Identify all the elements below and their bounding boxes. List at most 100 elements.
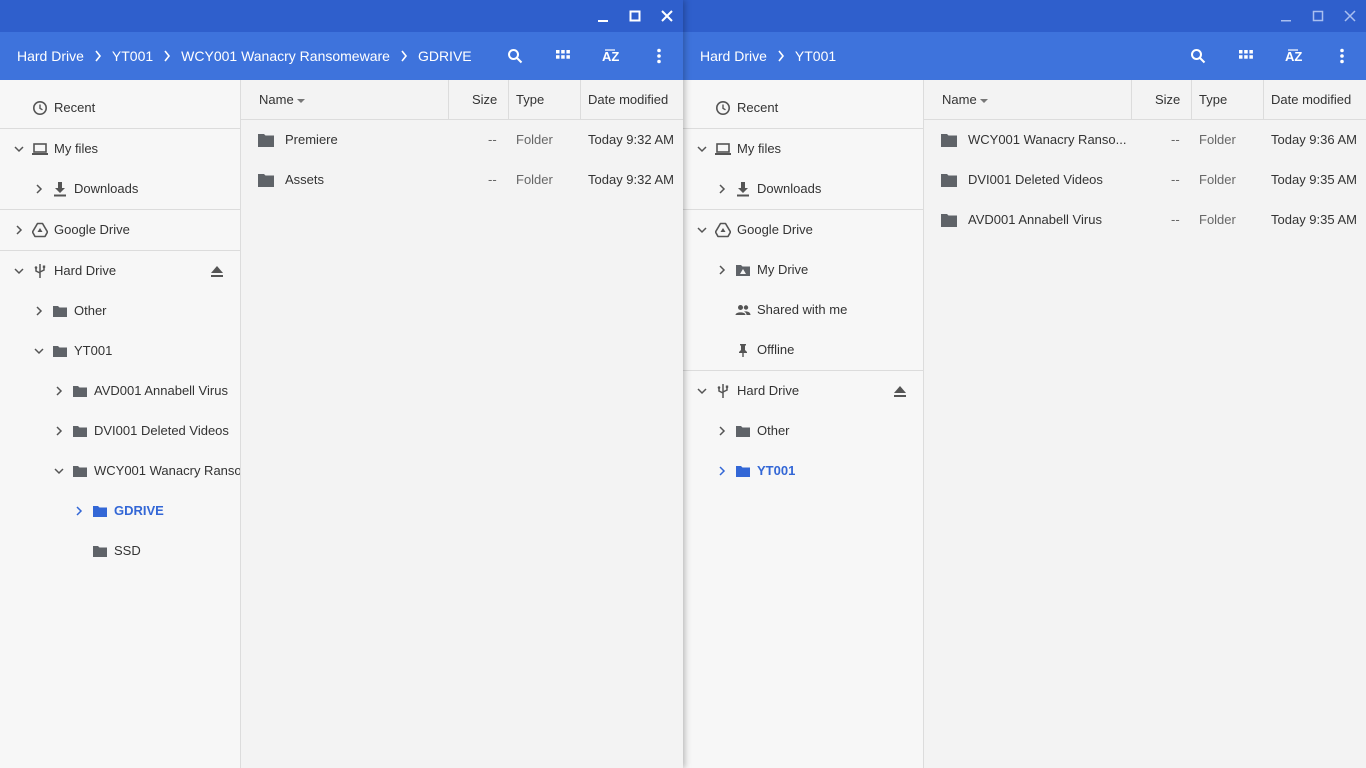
sidebar-item-label: Google Drive — [737, 222, 813, 237]
chevron-down-icon[interactable] — [696, 224, 708, 236]
more-vert-icon[interactable] — [1322, 32, 1362, 80]
chevron-right-icon[interactable] — [33, 305, 45, 317]
minimize-icon[interactable] — [587, 0, 619, 32]
grid-view-icon[interactable] — [543, 32, 583, 80]
close-icon[interactable] — [1334, 0, 1366, 32]
table-row[interactable]: DVI001 Deleted Videos -- Folder Today 9:… — [924, 160, 1366, 200]
sidebar-item-label: DVI001 Deleted Videos — [94, 423, 229, 438]
search-icon[interactable] — [1178, 32, 1218, 80]
column-header-name[interactable]: Name — [259, 80, 306, 119]
column-divider[interactable] — [448, 80, 449, 119]
column-header-date[interactable]: Date modified — [588, 80, 668, 119]
breadcrumb-item[interactable]: GDRIVE — [418, 48, 472, 64]
sidebar-item-ssd[interactable]: SSD — [0, 531, 240, 571]
chevron-right-icon[interactable] — [716, 264, 728, 276]
sidebar-item-label: Google Drive — [54, 222, 130, 237]
chevron-down-icon[interactable] — [33, 345, 45, 357]
table-row[interactable]: WCY001 Wanacry Ranso... -- Folder Today … — [924, 120, 1366, 160]
search-icon[interactable] — [495, 32, 535, 80]
chevron-down-icon[interactable] — [13, 265, 25, 277]
table-row[interactable]: Premiere -- Folder Today 9:32 AM — [241, 120, 683, 160]
sidebar-item-downloads[interactable]: Downloads — [683, 169, 923, 209]
column-divider[interactable] — [508, 80, 509, 119]
sidebar-item-avd001[interactable]: AVD001 Annabell Virus — [0, 371, 240, 411]
sort-az-icon[interactable]: AZ — [591, 32, 631, 80]
file-date: Today 9:32 AM — [588, 132, 674, 147]
table-row[interactable]: Assets -- Folder Today 9:32 AM — [241, 160, 683, 200]
files-window-right: Hard Drive YT001 AZ Recent My files Down… — [683, 0, 1366, 768]
chevron-right-icon[interactable] — [53, 385, 65, 397]
sidebar-item-yt001[interactable]: YT001 — [683, 451, 923, 491]
sidebar-item-offline[interactable]: Offline — [683, 330, 923, 370]
column-divider[interactable] — [1263, 80, 1264, 119]
chevron-right-icon — [390, 32, 418, 80]
maximize-icon[interactable] — [619, 0, 651, 32]
sidebar-item-wcy001[interactable]: WCY001 Wanacry Ransomeware — [0, 451, 240, 491]
chevron-down-icon[interactable] — [696, 385, 708, 397]
column-header-name[interactable]: Name — [942, 80, 989, 119]
file-list: Name Size Type Date modified WCY001 Wana… — [924, 80, 1366, 768]
sidebar-item-yt001[interactable]: YT001 — [0, 331, 240, 371]
sidebar-item-dvi001[interactable]: DVI001 Deleted Videos — [0, 411, 240, 451]
chevron-down-icon[interactable] — [696, 143, 708, 155]
file-type: Folder — [1199, 132, 1236, 147]
grid-view-icon[interactable] — [1226, 32, 1266, 80]
close-icon[interactable] — [651, 0, 683, 32]
chevron-right-icon[interactable] — [716, 425, 728, 437]
laptop-icon — [32, 141, 48, 157]
sort-az-icon[interactable]: AZ — [1274, 32, 1314, 80]
chevron-right-icon[interactable] — [716, 183, 728, 195]
column-header-size[interactable]: Size — [472, 80, 497, 119]
column-divider[interactable] — [1191, 80, 1192, 119]
minimize-icon[interactable] — [1270, 0, 1302, 32]
chevron-right-icon[interactable] — [13, 224, 25, 236]
breadcrumb-item[interactable]: YT001 — [795, 48, 836, 64]
sidebar-item-my-files[interactable]: My files — [0, 129, 240, 169]
sidebar-item-my-files[interactable]: My files — [683, 129, 923, 169]
sidebar-item-my-drive[interactable]: My Drive — [683, 250, 923, 290]
sidebar-item-hard-drive[interactable]: Hard Drive — [0, 251, 240, 291]
sidebar-item-other[interactable]: Other — [683, 411, 923, 451]
sidebar-item-hard-drive[interactable]: Hard Drive — [683, 371, 923, 411]
chevron-down-icon[interactable] — [13, 143, 25, 155]
more-vert-icon[interactable] — [639, 32, 679, 80]
maximize-icon[interactable] — [1302, 0, 1334, 32]
usb-icon — [715, 383, 731, 399]
folder-icon — [735, 463, 751, 479]
folder-icon — [941, 173, 957, 187]
sidebar-item-other[interactable]: Other — [0, 291, 240, 331]
sidebar-item-shared-with-me[interactable]: Shared with me — [683, 290, 923, 330]
column-header-date[interactable]: Date modified — [1271, 80, 1351, 119]
breadcrumb-item[interactable]: Hard Drive — [17, 48, 84, 64]
eject-icon[interactable] — [892, 383, 908, 399]
column-divider[interactable] — [580, 80, 581, 119]
breadcrumb-item[interactable]: Hard Drive — [700, 48, 767, 64]
sidebar-item-downloads[interactable]: Downloads — [0, 169, 240, 209]
chevron-right-icon[interactable] — [53, 425, 65, 437]
column-divider[interactable] — [1131, 80, 1132, 119]
sidebar-item-recent[interactable]: Recent — [0, 88, 240, 128]
sidebar-item-google-drive[interactable]: Google Drive — [0, 210, 240, 250]
column-header-type[interactable]: Type — [516, 80, 544, 119]
sidebar-item-recent[interactable]: Recent — [683, 88, 923, 128]
window-titlebar[interactable] — [0, 0, 683, 32]
sidebar-item-google-drive[interactable]: Google Drive — [683, 210, 923, 250]
chevron-right-icon[interactable] — [33, 183, 45, 195]
chevron-right-icon[interactable] — [73, 505, 85, 517]
file-list-header: Name Size Type Date modified — [924, 80, 1366, 120]
column-header-size[interactable]: Size — [1155, 80, 1180, 119]
eject-icon[interactable] — [209, 263, 225, 279]
breadcrumb-item[interactable]: YT001 — [112, 48, 153, 64]
breadcrumb-item[interactable]: WCY001 Wanacry Ransomeware — [181, 48, 390, 64]
window-titlebar[interactable] — [683, 0, 1366, 32]
table-row[interactable]: AVD001 Annabell Virus -- Folder Today 9:… — [924, 200, 1366, 240]
sidebar-item-gdrive[interactable]: GDRIVE — [0, 491, 240, 531]
file-name: Premiere — [285, 132, 338, 147]
chevron-right-icon — [767, 32, 795, 80]
column-header-type[interactable]: Type — [1199, 80, 1227, 119]
chevron-right-icon[interactable] — [716, 465, 728, 477]
file-name: Assets — [285, 172, 325, 187]
sidebar-item-label: Hard Drive — [737, 383, 800, 398]
folder-icon — [92, 543, 108, 559]
chevron-down-icon[interactable] — [53, 465, 65, 477]
